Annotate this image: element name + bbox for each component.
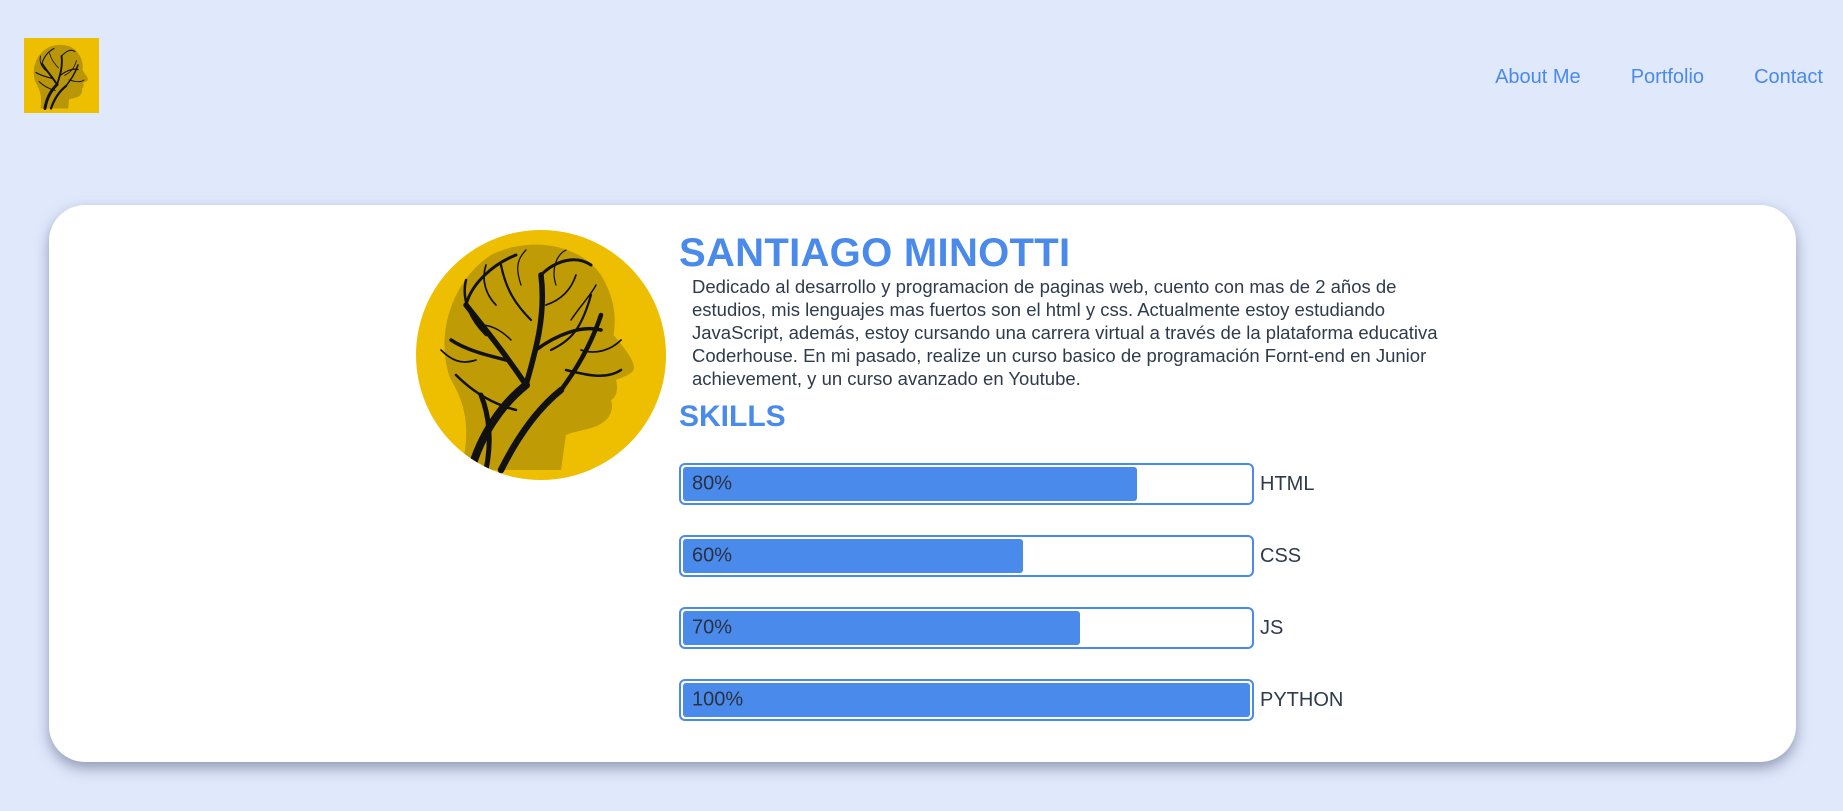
profile-bio: Dedicado al desarrollo y programacion de… [692,276,1438,389]
skill-row-css: 60% CSS [679,533,1301,579]
head-tree-silhouette-icon [33,44,88,110]
head-tree-silhouette-icon [440,244,634,474]
skill-percent: 60% [692,544,733,567]
avatar [416,230,666,480]
skill-percent: 70% [692,616,733,639]
skill-label: CSS [1260,544,1302,567]
skill-progress-fill [683,539,1024,573]
profile-name: SANTIAGO MINOTTI [679,231,1071,275]
profile-card: SANTIAGO MINOTTI Dedicado al desarrollo … [49,205,1796,762]
nav-link-about-me[interactable]: About Me [1495,66,1581,89]
skill-progress-bar: 100% [679,679,1254,721]
skill-row-python: 100% PYTHON [679,677,1343,723]
skill-progress-fill [683,683,1250,717]
skill-row-html: 80% HTML [679,461,1314,507]
skill-progress-bar: 80% [679,463,1254,505]
skill-percent: 100% [692,688,744,711]
logo[interactable] [24,38,99,113]
skill-label: PYTHON [1260,688,1344,711]
nav-link-contact[interactable]: Contact [1754,66,1823,89]
skill-label: HTML [1260,472,1315,495]
skill-progress-bar: 60% [679,535,1254,577]
skill-progress-bar: 70% [679,607,1254,649]
skill-progress-fill [683,467,1137,501]
skills-title: SKILLS [679,400,786,433]
nav-link-portfolio[interactable]: Portfolio [1631,66,1704,89]
skill-row-js: 70% JS [679,605,1283,651]
main-nav: About Me Portfolio Contact [1495,66,1823,89]
skill-label: JS [1260,616,1284,639]
skill-progress-fill [683,611,1080,645]
skill-percent: 80% [692,472,733,495]
